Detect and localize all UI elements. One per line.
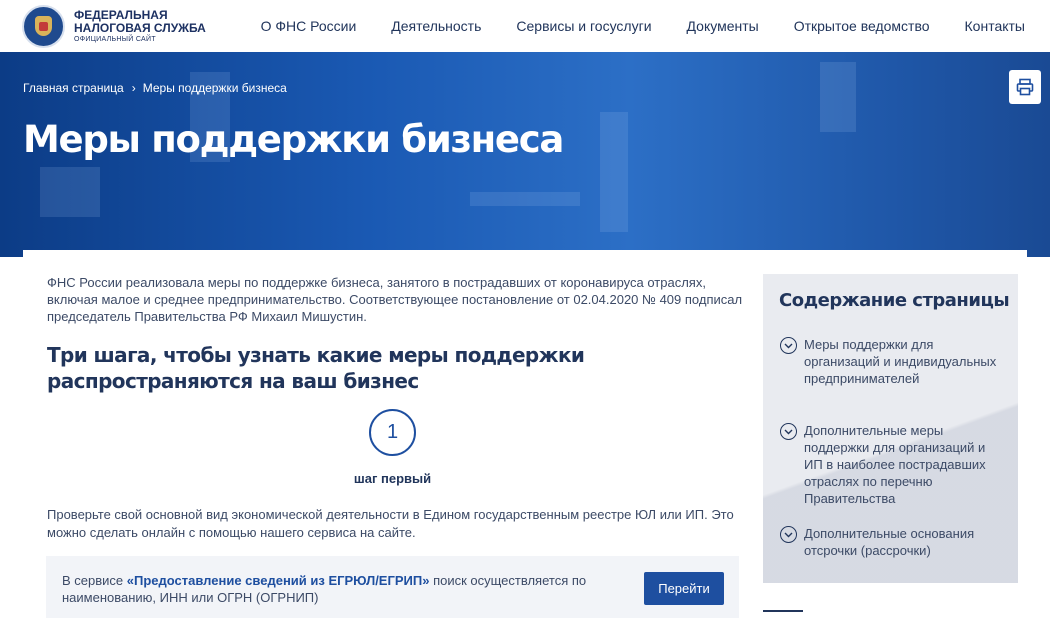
- hero-banner: Главная страница › Меры поддержки бизнес…: [0, 52, 1050, 257]
- logo-line-2: НАЛОГОВАЯ СЛУЖБА: [74, 20, 206, 35]
- toc-item-label: Меры поддержки для организаций и индивид…: [804, 337, 997, 386]
- service-name-link[interactable]: «Предоставление сведений из ЕГРЮЛ/ЕГРИП»: [127, 573, 430, 588]
- nav-item-documents[interactable]: Документы: [687, 18, 759, 34]
- main-nav: О ФНС России Деятельность Сервисы и госу…: [226, 0, 1025, 52]
- chevron-down-circle-icon: [780, 526, 797, 543]
- nav-item-open-agency[interactable]: Открытое ведомство: [794, 18, 930, 34]
- service-callout: В сервисе «Предоставление сведений из ЕГ…: [46, 556, 739, 618]
- content-card: ФНС России реализовала меры по поддержке…: [23, 250, 1027, 618]
- logo-text: ФЕДЕРАЛЬНАЯ НАЛОГОВАЯ СЛУЖБА ОФИЦИАЛЬНЫЙ…: [74, 7, 206, 45]
- intro-paragraph: ФНС России реализовала меры по поддержке…: [47, 275, 743, 324]
- table-of-contents: Содержание страницы Меры поддержки для о…: [763, 274, 1018, 583]
- toc-item-support-measures[interactable]: Меры поддержки для организаций и индивид…: [780, 336, 1005, 387]
- toc-title: Содержание страницы: [779, 290, 1010, 311]
- nav-item-about[interactable]: О ФНС России: [261, 18, 357, 34]
- hero-background-bar: [600, 112, 628, 232]
- print-button[interactable]: [1009, 70, 1041, 104]
- section-title: Три шага, чтобы узнать какие меры поддер…: [47, 343, 585, 393]
- toc-item-additional-measures[interactable]: Дополнительные меры поддержки для органи…: [780, 422, 1005, 507]
- step-description: Проверьте свой основной вид экономическо…: [47, 507, 734, 540]
- service-text-prefix: В сервисе: [62, 573, 127, 588]
- logo-line-3: ОФИЦИАЛЬНЫЙ САЙТ: [74, 35, 156, 43]
- fns-emblem-icon: [22, 5, 65, 48]
- breadcrumb-home-link[interactable]: Главная страница: [23, 81, 124, 95]
- site-header: ФЕДЕРАЛЬНАЯ НАЛОГОВАЯ СЛУЖБА ОФИЦИАЛЬНЫЙ…: [0, 0, 1050, 52]
- hero-background-bar: [820, 62, 856, 132]
- toc-item-label: Дополнительные меры поддержки для органи…: [804, 423, 986, 506]
- divider: [763, 610, 803, 612]
- chevron-down-circle-icon: [780, 337, 797, 354]
- service-description: В сервисе «Предоставление сведений из ЕГ…: [62, 572, 622, 606]
- nav-item-contacts[interactable]: Контакты: [965, 18, 1025, 34]
- nav-item-activity[interactable]: Деятельность: [391, 18, 481, 34]
- step-label: шаг первый: [353, 471, 432, 486]
- chevron-down-circle-icon: [780, 423, 797, 440]
- page-title: Меры поддержки бизнеса: [23, 118, 564, 161]
- breadcrumb-separator: ›: [131, 81, 136, 95]
- toc-item-label: Дополнительные основания отсрочки (расср…: [804, 526, 975, 558]
- logo-line-1: ФЕДЕРАЛЬНАЯ: [74, 7, 168, 22]
- printer-icon: [1016, 78, 1034, 96]
- toc-item-deferral-grounds[interactable]: Дополнительные основания отсрочки (расср…: [780, 525, 1005, 559]
- hero-background-bar: [470, 192, 580, 206]
- step-number-circle: 1: [369, 409, 416, 456]
- nav-item-services[interactable]: Сервисы и госуслуги: [516, 18, 651, 34]
- hero-background-bar: [40, 167, 100, 217]
- breadcrumb: Главная страница › Меры поддержки бизнес…: [23, 81, 287, 95]
- breadcrumb-current: Меры поддержки бизнеса: [142, 81, 287, 95]
- fns-logo[interactable]: ФЕДЕРАЛЬНАЯ НАЛОГОВАЯ СЛУЖБА ОФИЦИАЛЬНЫЙ…: [22, 5, 206, 48]
- go-button[interactable]: Перейти: [644, 572, 724, 605]
